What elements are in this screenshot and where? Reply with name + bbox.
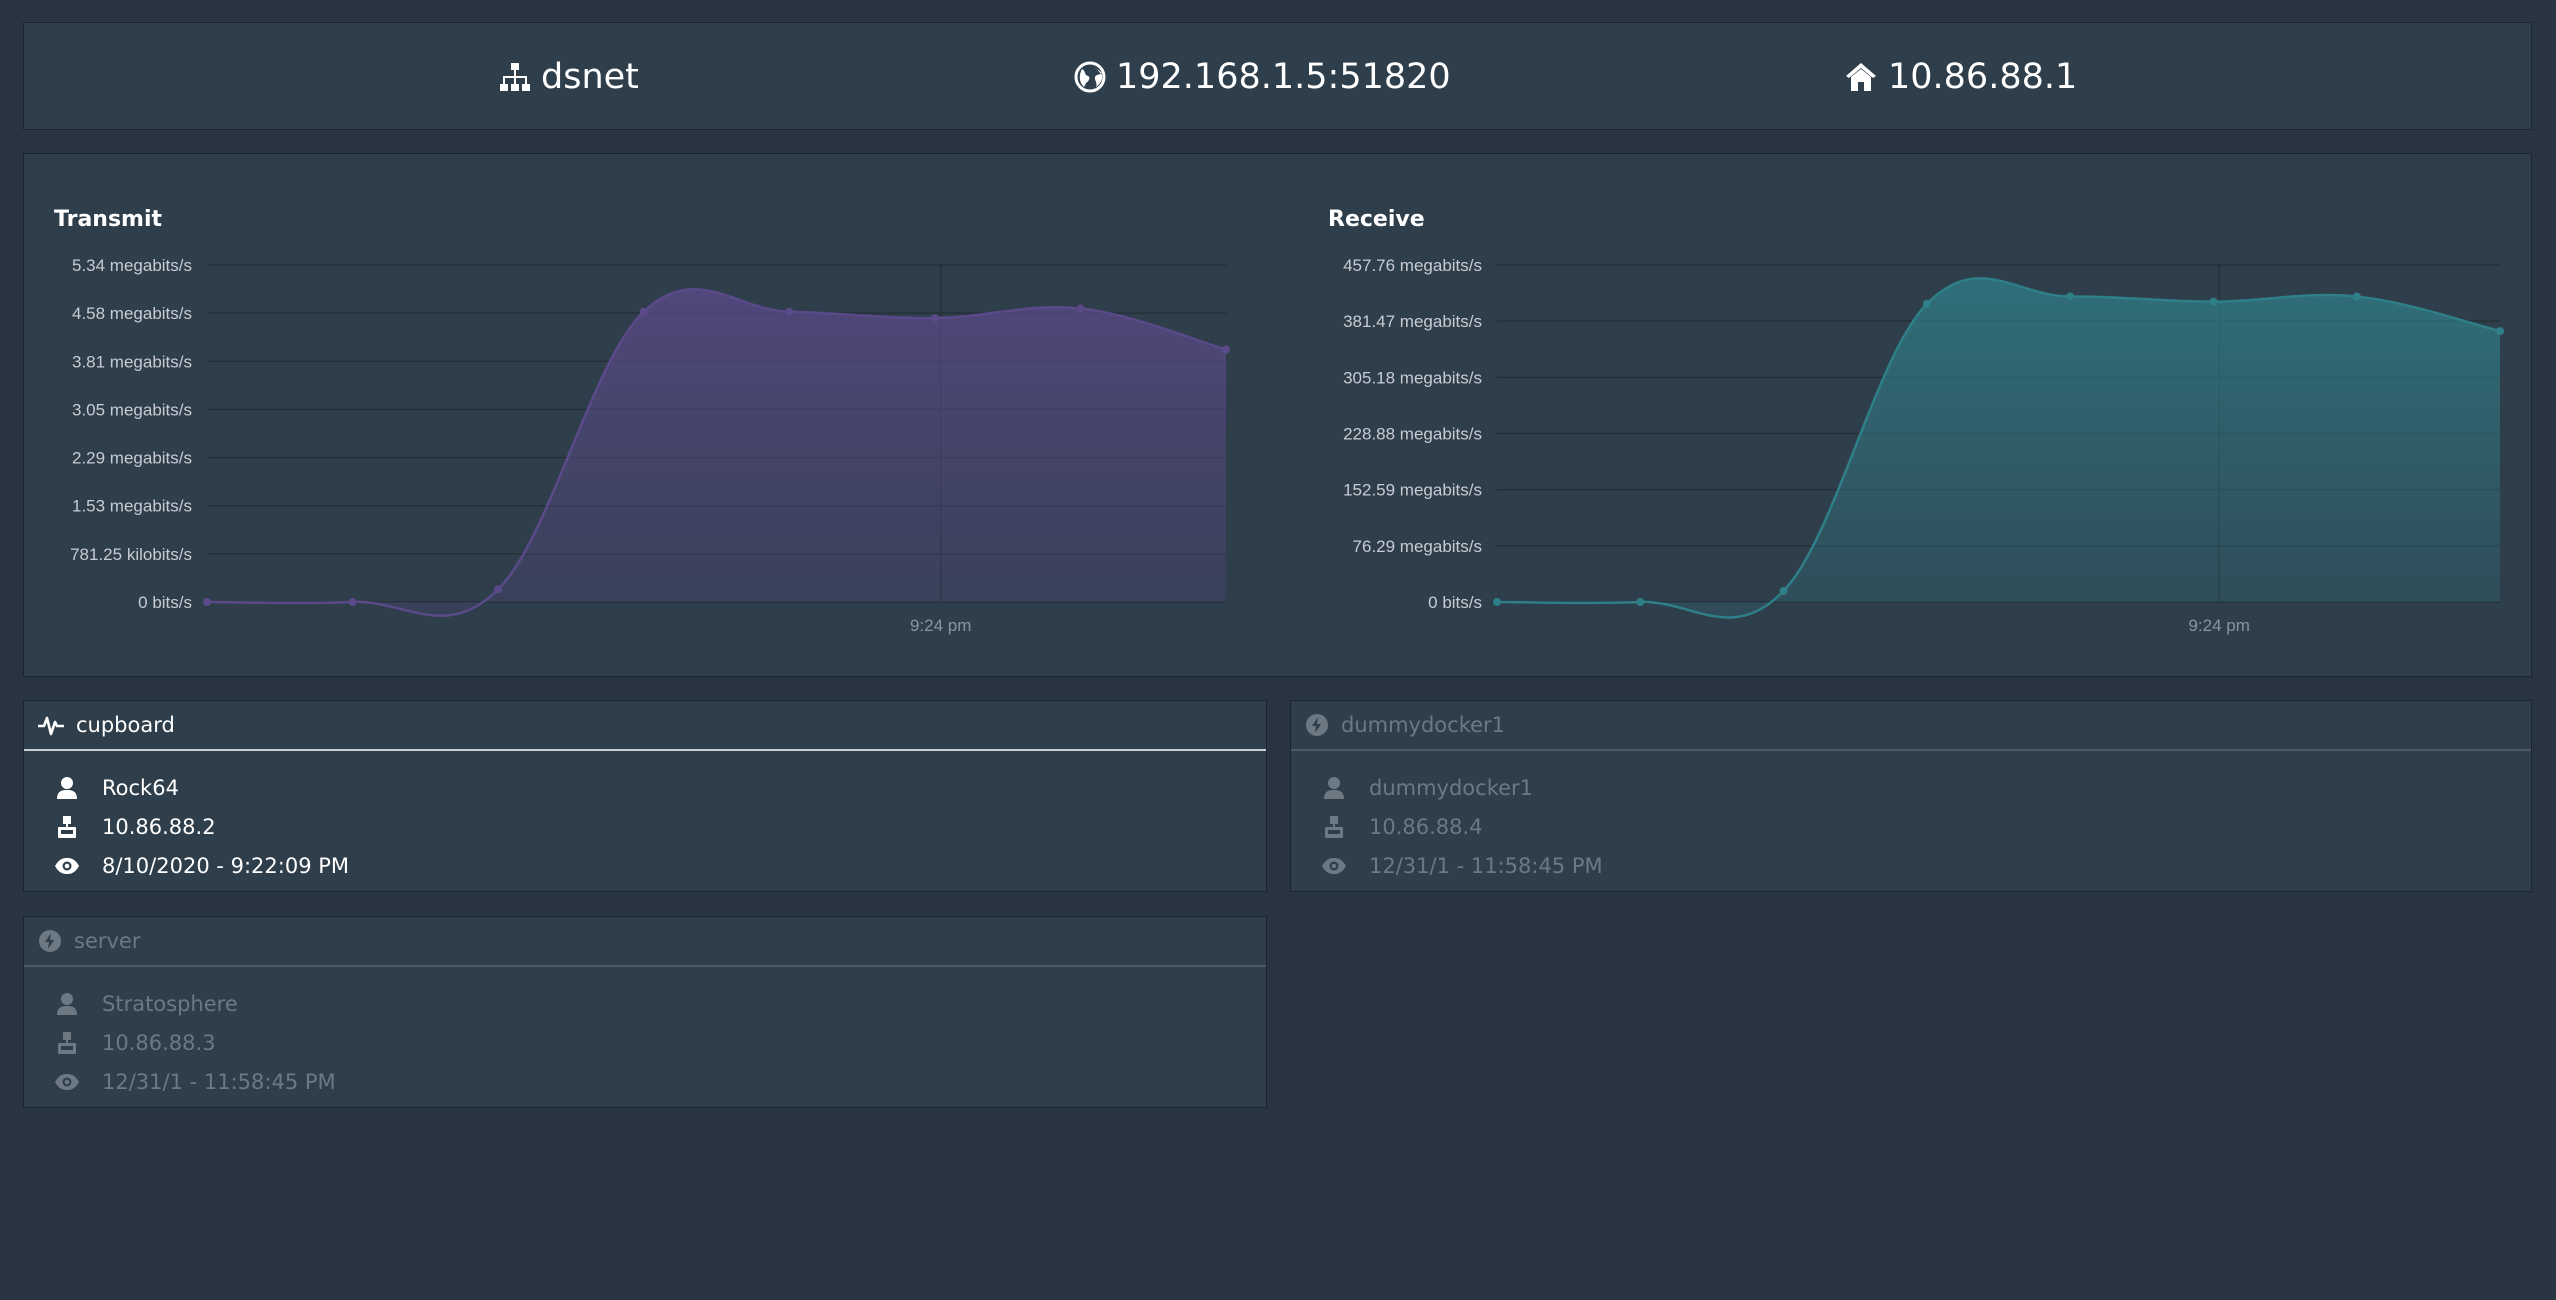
endpoint-address: 192.168.1.5:51820 xyxy=(1116,57,1451,97)
receive-data-point xyxy=(1493,598,1501,606)
user-icon xyxy=(1321,776,1347,800)
transmit-data-point xyxy=(1076,304,1085,313)
receive-chart: 457.76 megabits/s 381.47 megabits/s 305.18… xyxy=(1343,256,2504,635)
eye-icon xyxy=(1321,857,1347,875)
receive-area xyxy=(1497,278,2500,618)
peer-card-header: cupboard xyxy=(24,701,1266,751)
transmit-data-point xyxy=(203,598,211,606)
receive-data-point xyxy=(2066,292,2075,301)
receive-data-point xyxy=(2496,327,2504,336)
receive-data-point xyxy=(1636,598,1645,606)
peer-name: dummydocker1 xyxy=(1341,713,1506,737)
transmit-area xyxy=(207,289,1226,616)
transmit-y-tick-label: 781.25 kilobits/s xyxy=(70,545,192,564)
network-name-item: dsnet xyxy=(499,23,639,131)
transmit-y-tick-label: 0 bits/s xyxy=(138,593,192,612)
peer-name: server xyxy=(74,929,141,953)
transmit-chart: 5.34 megabits/s 4.58 megabits/s 3.81 megab… xyxy=(70,256,1230,635)
receive-y-tick-label: 228.88 megabits/s xyxy=(1343,425,1482,444)
peer-owner: Stratosphere xyxy=(102,992,238,1016)
receive-y-tick-label: 76.29 megabits/s xyxy=(1353,537,1482,556)
transmit-data-point xyxy=(639,307,648,316)
peer-ip-row: 10.86.88.3 xyxy=(24,1028,216,1058)
receive-x-tick-label: 9:24 pm xyxy=(2188,616,2249,635)
peer-ip: 10.86.88.4 xyxy=(1369,815,1483,839)
transmit-y-tick-label: 1.53 megabits/s xyxy=(72,497,192,516)
receive-y-tick-label: 0 bits/s xyxy=(1428,593,1482,612)
bandwidth-charts-panel: Transmit Receive 5.34 megabits/s 4.58 meg… xyxy=(23,153,2532,677)
peer-owner-row: Stratosphere xyxy=(24,989,238,1019)
peer-card-dummydocker1[interactable]: dummydocker1 dummydocker1 10.86.88.4 12/… xyxy=(1290,700,2532,892)
transmit-data-point xyxy=(930,314,939,323)
peer-last-seen: 8/10/2020 - 9:22:09 PM xyxy=(102,854,350,878)
network-name: dsnet xyxy=(541,57,639,97)
peer-owner-row: dummydocker1 xyxy=(1291,773,1533,803)
receive-data-point xyxy=(2352,292,2361,301)
peer-card-header: dummydocker1 xyxy=(1291,701,2531,751)
globe-icon xyxy=(1074,61,1106,93)
receive-data-point xyxy=(1779,586,1788,595)
bandwidth-charts: 5.34 megabits/s 4.58 megabits/s 3.81 megab… xyxy=(70,256,2504,635)
bolt-icon xyxy=(38,929,62,953)
endpoint-item: 192.168.1.5:51820 xyxy=(1074,23,1451,131)
network-card-icon xyxy=(54,1031,80,1055)
home-icon xyxy=(1846,63,1876,91)
receive-y-tick-label: 381.47 megabits/s xyxy=(1343,312,1482,331)
peer-ip: 10.86.88.2 xyxy=(102,815,216,839)
receive-data-point xyxy=(2209,297,2218,306)
receive-y-tick-label: 457.76 megabits/s xyxy=(1343,256,1482,275)
network-icon xyxy=(500,63,530,91)
peer-card-cupboard[interactable]: cupboard Rock64 10.86.88.2 8/10/2020 - 9… xyxy=(23,700,1267,892)
gateway-item: 10.86.88.1 xyxy=(1844,23,2077,131)
receive-y-tick-label: 305.18 megabits/s xyxy=(1343,368,1482,387)
peer-ip-row: 10.86.88.2 xyxy=(24,812,216,842)
transmit-data-point xyxy=(348,598,357,606)
receive-data-point xyxy=(1922,299,1931,308)
receive-y-tick-label: 152.59 megabits/s xyxy=(1343,481,1482,500)
bolt-icon xyxy=(1305,713,1329,737)
transmit-y-tick-label: 2.29 megabits/s xyxy=(72,449,192,468)
peer-last-seen-row: 12/31/1 - 11:58:45 PM xyxy=(1291,851,1603,881)
transmit-data-point xyxy=(1222,345,1230,354)
peer-owner: dummydocker1 xyxy=(1369,776,1534,800)
peer-ip-row: 10.86.88.4 xyxy=(1291,812,1483,842)
peer-last-seen: 12/31/1 - 11:58:45 PM xyxy=(102,1070,336,1094)
transmit-data-point xyxy=(494,585,503,594)
user-icon xyxy=(54,776,80,800)
transmit-y-tick-label: 5.34 megabits/s xyxy=(72,256,192,275)
network-card-icon xyxy=(1321,815,1347,839)
peer-last-seen-row: 8/10/2020 - 9:22:09 PM xyxy=(24,851,349,881)
server-info-header: dsnet 192.168.1.5:51820 10.86.88.1 xyxy=(23,22,2532,130)
user-icon xyxy=(54,992,80,1016)
eye-icon xyxy=(54,1073,80,1091)
transmit-y-tick-label: 3.05 megabits/s xyxy=(72,400,192,419)
transmit-x-tick-label: 9:24 pm xyxy=(910,616,971,635)
peer-ip: 10.86.88.3 xyxy=(102,1031,216,1055)
transmit-data-point xyxy=(785,307,794,316)
peer-last-seen-row: 12/31/1 - 11:58:45 PM xyxy=(24,1067,336,1097)
peer-owner: Rock64 xyxy=(102,776,179,800)
peer-owner-row: Rock64 xyxy=(24,773,179,803)
peer-name: cupboard xyxy=(76,713,175,737)
peer-card-header: server xyxy=(24,917,1266,967)
transmit-y-tick-label: 4.58 megabits/s xyxy=(72,304,192,323)
network-card-icon xyxy=(54,815,80,839)
pulse-icon xyxy=(38,713,64,737)
peer-card-server[interactable]: server Stratosphere 10.86.88.3 12/31/1 -… xyxy=(23,916,1267,1108)
eye-icon xyxy=(54,857,80,875)
gateway-address: 10.86.88.1 xyxy=(1888,57,2078,97)
transmit-y-tick-label: 3.81 megabits/s xyxy=(72,352,192,371)
peer-last-seen: 12/31/1 - 11:58:45 PM xyxy=(1369,854,1603,878)
